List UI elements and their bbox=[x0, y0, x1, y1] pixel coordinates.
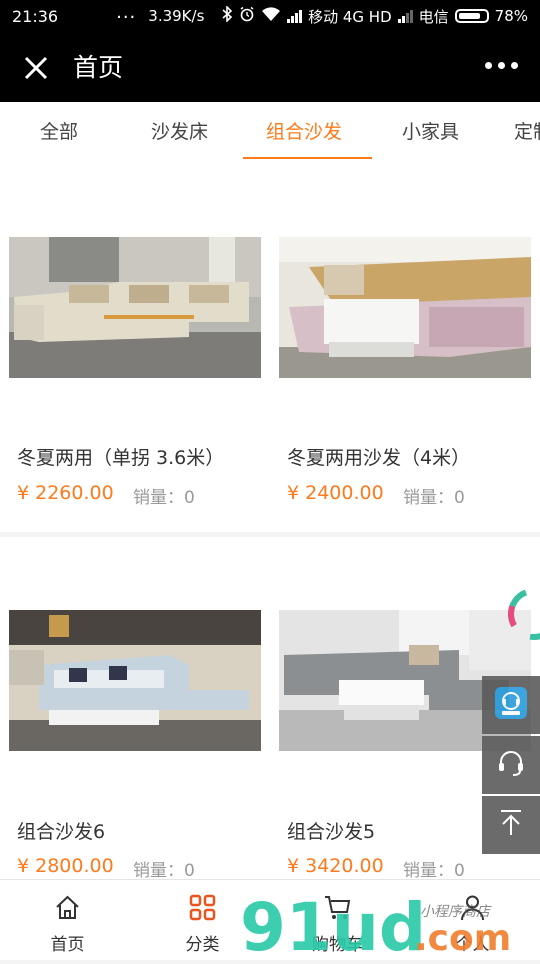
home-icon bbox=[56, 895, 79, 919]
product-image[interactable] bbox=[9, 237, 261, 378]
nav-category-label: 分类 bbox=[185, 935, 220, 955]
nav-home[interactable]: 首页 bbox=[0, 880, 135, 960]
product-price: ¥ 2800.00 bbox=[17, 855, 114, 877]
customer-service-icon bbox=[494, 686, 528, 724]
signal-icon-2 bbox=[397, 9, 413, 23]
category-tabs: 全部 沙发床 组合沙发 小家具 定制 bbox=[0, 102, 540, 162]
tab-all[interactable]: 全部 bbox=[40, 102, 78, 162]
product-row: 组合沙发6 ¥ 2800.00 销量：0 组合沙发5 ¥ 3420.00 销量： bbox=[0, 537, 540, 880]
loading-ring-icon bbox=[504, 584, 540, 644]
tab-active-indicator bbox=[243, 157, 372, 159]
nav-profile[interactable]: 个人 bbox=[405, 880, 540, 960]
alarm-icon bbox=[239, 6, 255, 26]
page-title: 首页 bbox=[73, 53, 124, 82]
nav-cart-label: 购物车 bbox=[312, 935, 363, 955]
back-to-top-icon bbox=[498, 809, 524, 841]
product-card[interactable]: 冬夏两用沙发（4米） ¥ 2400.00 销量：0 bbox=[279, 162, 531, 532]
battery-level: 78% bbox=[494, 7, 528, 25]
tab-small-furniture[interactable]: 小家具 bbox=[402, 102, 459, 162]
headset-button[interactable] bbox=[482, 736, 540, 794]
status-time: 21:36 bbox=[12, 6, 59, 26]
status-bar: 21:36 ... 3.39K/s 移动 4G HD 电信 78% bbox=[0, 0, 540, 32]
wifi-icon bbox=[261, 6, 281, 26]
product-name: 组合沙发5 bbox=[287, 821, 376, 843]
bottom-nav: 首页 分类 购物车 个人 bbox=[0, 879, 540, 960]
signal-icon bbox=[287, 9, 303, 23]
product-price: ¥ 3420.00 bbox=[287, 855, 384, 877]
product-card[interactable]: 组合沙发6 ¥ 2800.00 销量：0 bbox=[9, 537, 261, 880]
product-name: 组合沙发6 bbox=[17, 821, 106, 843]
title-bar: 首页 bbox=[0, 32, 540, 102]
battery-icon bbox=[454, 9, 489, 23]
cart-icon bbox=[325, 896, 351, 919]
product-sales: 销量：0 bbox=[133, 861, 195, 880]
product-sales: 销量：0 bbox=[133, 488, 195, 508]
product-price: ¥ 2400.00 bbox=[287, 482, 384, 504]
tab-combo-sofa[interactable]: 组合沙发 bbox=[266, 102, 342, 162]
carrier1-label: 移动 4G HD bbox=[308, 7, 392, 26]
category-icon bbox=[189, 894, 216, 921]
product-name: 冬夏两用沙发（4米） bbox=[287, 447, 471, 469]
close-icon[interactable] bbox=[22, 54, 50, 82]
nav-cart[interactable]: 购物车 bbox=[270, 880, 405, 960]
product-image[interactable] bbox=[279, 237, 531, 378]
customer-service-button[interactable] bbox=[482, 676, 540, 734]
nav-profile-label: 个人 bbox=[455, 935, 490, 955]
product-list: 冬夏两用（单拐 3.6米） ¥ 2260.00 销量：0 冬夏两用沙发（4米） bbox=[0, 162, 540, 880]
bluetooth-icon bbox=[221, 5, 233, 26]
product-image[interactable] bbox=[9, 610, 261, 751]
product-sales: 销量：0 bbox=[403, 488, 465, 508]
product-price: ¥ 2260.00 bbox=[17, 482, 114, 504]
product-name: 冬夏两用（单拐 3.6米） bbox=[17, 447, 225, 469]
product-row: 冬夏两用（单拐 3.6米） ¥ 2260.00 销量：0 冬夏两用沙发（4米） bbox=[0, 162, 540, 532]
more-icon[interactable] bbox=[485, 62, 518, 69]
nav-home-label: 首页 bbox=[50, 935, 85, 955]
carrier2-label: 电信 bbox=[418, 7, 449, 26]
user-icon bbox=[461, 895, 484, 921]
network-speed: 3.39K/s bbox=[148, 7, 205, 25]
product-sales: 销量：0 bbox=[403, 861, 465, 880]
headset-icon bbox=[496, 748, 526, 782]
tab-sofa-bed[interactable]: 沙发床 bbox=[151, 102, 208, 162]
back-to-top-button[interactable] bbox=[482, 796, 540, 854]
product-card[interactable]: 冬夏两用（单拐 3.6米） ¥ 2260.00 销量：0 bbox=[9, 162, 261, 532]
nav-category[interactable]: 分类 bbox=[135, 880, 270, 960]
tab-custom[interactable]: 定制 bbox=[514, 102, 540, 162]
notification-dots: ... bbox=[116, 2, 137, 23]
